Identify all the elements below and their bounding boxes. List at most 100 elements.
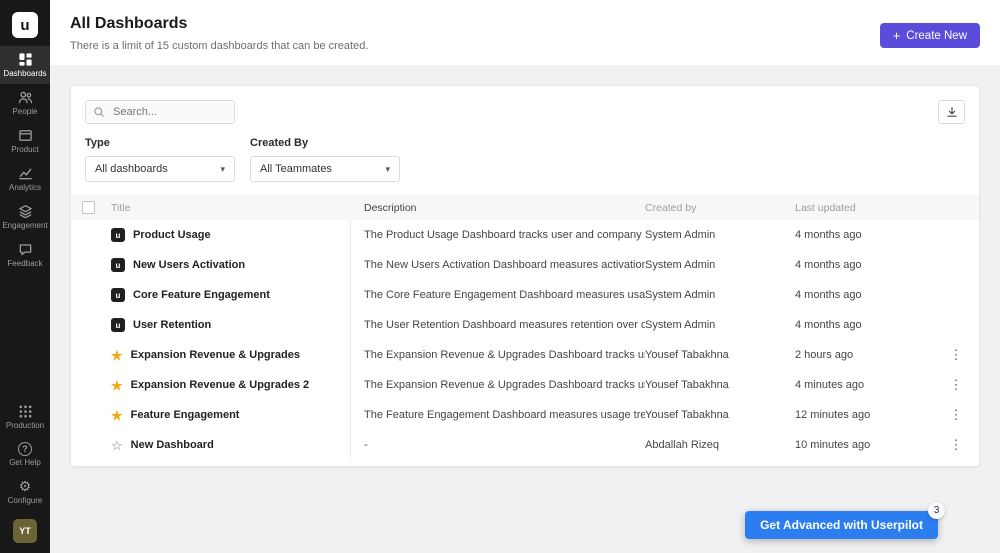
userpilot-dashboard-icon: u [111,228,125,242]
star-filled-icon[interactable]: ★ [111,349,123,362]
table-row[interactable]: u User Retention The User Retention Dash… [71,310,979,340]
type-filter-label: Type [85,137,235,149]
plus-icon: + [893,29,901,42]
sidebar-item-label: Dashboards [3,70,46,78]
type-filter-select[interactable]: All dashboards ▾ [85,156,235,182]
search-icon [93,105,105,123]
sidebar-item-engagement[interactable]: Engagement [0,198,50,236]
userpilot-logo[interactable]: u [12,12,38,38]
dashboards-icon [18,52,33,67]
get-advanced-button[interactable]: Get Advanced with Userpilot 3 [745,511,938,539]
table-row[interactable]: ★ Expansion Revenue & Upgrades The Expan… [71,340,979,370]
sidebar: u Dashboards People Product Analytics En… [0,0,50,553]
product-icon [18,128,33,143]
sidebar-item-label: Feedback [7,260,42,268]
star-filled-icon[interactable]: ★ [111,409,123,422]
table-row[interactable]: ★ Feature Engagement The Feature Engagem… [71,400,979,430]
table-header: Title Description Created by Last update… [71,195,979,220]
table-row[interactable]: u Core Feature Engagement The Core Featu… [71,280,979,310]
kebab-menu-icon[interactable]: ⋮ [942,375,971,395]
page-subtitle: There is a limit of 15 custom dashboards… [70,40,980,52]
chevron-down-icon: ▾ [385,164,390,175]
dashboard-last-updated: 4 minutes ago [795,370,933,400]
dashboard-title: New Users Activation [133,259,245,271]
download-button[interactable] [938,100,965,124]
table-row[interactable]: u New Users Activation The New Users Act… [71,250,979,280]
sidebar-item-product[interactable]: Product [0,122,50,160]
table-row[interactable]: ☆ New Dashboard - Abdallah Rizeq 10 minu… [71,430,979,460]
sidebar-item-feedback[interactable]: Feedback [0,236,50,274]
card-toolbar: Type All dashboards ▾ Created By All Tea… [71,86,979,182]
dashboard-title: User Retention [133,319,211,331]
column-header-last-updated: Last updated [795,195,933,220]
userpilot-dashboard-icon: u [111,288,125,302]
dashboard-title: Expansion Revenue & Upgrades 2 [131,379,310,391]
dashboard-title: New Dashboard [131,439,214,451]
dashboard-last-updated: 10 minutes ago [795,430,933,460]
dashboards-table: Title Description Created by Last update… [71,195,979,460]
sidebar-item-label: People [13,108,38,116]
production-icon [18,404,33,419]
dashboard-title: Expansion Revenue & Upgrades [131,349,300,361]
analytics-icon [18,166,33,181]
main-content: All Dashboards There is a limit of 15 cu… [50,0,1000,553]
dashboard-last-updated: 4 months ago [795,310,933,340]
column-header-title: Title [111,195,351,220]
dashboard-last-updated: 12 minutes ago [795,400,933,430]
userpilot-dashboard-icon: u [111,258,125,272]
dashboard-description: The Expansion Revenue & Upgrades Dashboa… [351,340,645,370]
engagement-icon [18,204,33,219]
sidebar-item-analytics[interactable]: Analytics [0,160,50,198]
chevron-down-icon: ▾ [220,164,225,175]
dashboard-description: The Expansion Revenue & Upgrades Dashboa… [351,370,645,400]
dashboard-created-by: Abdallah Rizeq [645,430,795,460]
table-row[interactable]: ★ Expansion Revenue & Upgrades 2 The Exp… [71,370,979,400]
get-advanced-label: Get Advanced with Userpilot [760,518,923,532]
userpilot-logo-letter: u [20,17,29,34]
select-all-checkbox[interactable] [82,201,95,214]
dashboard-created-by: System Admin [645,220,795,250]
dashboard-created-by: Yousef Tabakhna [645,370,795,400]
dashboard-created-by: System Admin [645,280,795,310]
people-icon [18,90,33,105]
create-new-button[interactable]: + Create New [880,23,980,48]
kebab-menu-icon[interactable]: ⋮ [942,405,971,425]
dashboard-title: Core Feature Engagement [133,289,270,301]
sidebar-item-dashboards[interactable]: Dashboards [0,46,50,84]
dashboard-created-by: System Admin [645,310,795,340]
user-avatar[interactable]: YT [13,519,37,543]
dashboard-created-by: Yousef Tabakhna [645,400,795,430]
star-filled-icon[interactable]: ★ [111,379,123,392]
created-by-filter-label: Created By [250,137,400,149]
dashboard-created-by: System Admin [645,250,795,280]
search-input[interactable] [85,100,235,124]
create-new-label: Create New [906,30,967,42]
feedback-icon [18,242,33,257]
dashboard-description: The User Retention Dashboard measures re… [351,310,645,340]
kebab-menu-icon[interactable]: ⋮ [942,435,971,455]
type-filter-value: All dashboards [95,163,168,175]
page-header: All Dashboards There is a limit of 15 cu… [50,0,1000,65]
notification-badge: 3 [928,502,945,519]
sidebar-item-get-help[interactable]: ? Get Help [0,436,50,473]
sidebar-item-people[interactable]: People [0,84,50,122]
dashboard-description: The New Users Activation Dashboard measu… [351,250,645,280]
sidebar-item-label: Get Help [9,459,41,467]
sidebar-item-configure[interactable]: ⚙ Configure [0,473,50,511]
table-row[interactable]: u Product Usage The Product Usage Dashbo… [71,220,979,250]
page-title: All Dashboards [70,15,980,33]
dashboard-title: Feature Engagement [131,409,240,421]
gear-icon: ⚙ [19,479,32,494]
created-by-filter-select[interactable]: All Teammates ▾ [250,156,400,182]
dashboard-description: The Product Usage Dashboard tracks user … [351,220,645,250]
star-outline-icon[interactable]: ☆ [111,439,123,452]
sidebar-item-label: Product [11,146,39,154]
kebab-menu-icon[interactable]: ⋮ [942,345,971,365]
help-icon: ? [18,442,32,456]
sidebar-item-label: Configure [8,497,43,505]
userpilot-dashboard-icon: u [111,318,125,332]
search-wrap [85,100,235,124]
dashboard-last-updated: 4 months ago [795,250,933,280]
dashboards-card: Type All dashboards ▾ Created By All Tea… [70,85,980,467]
sidebar-item-production[interactable]: Production [0,398,50,436]
